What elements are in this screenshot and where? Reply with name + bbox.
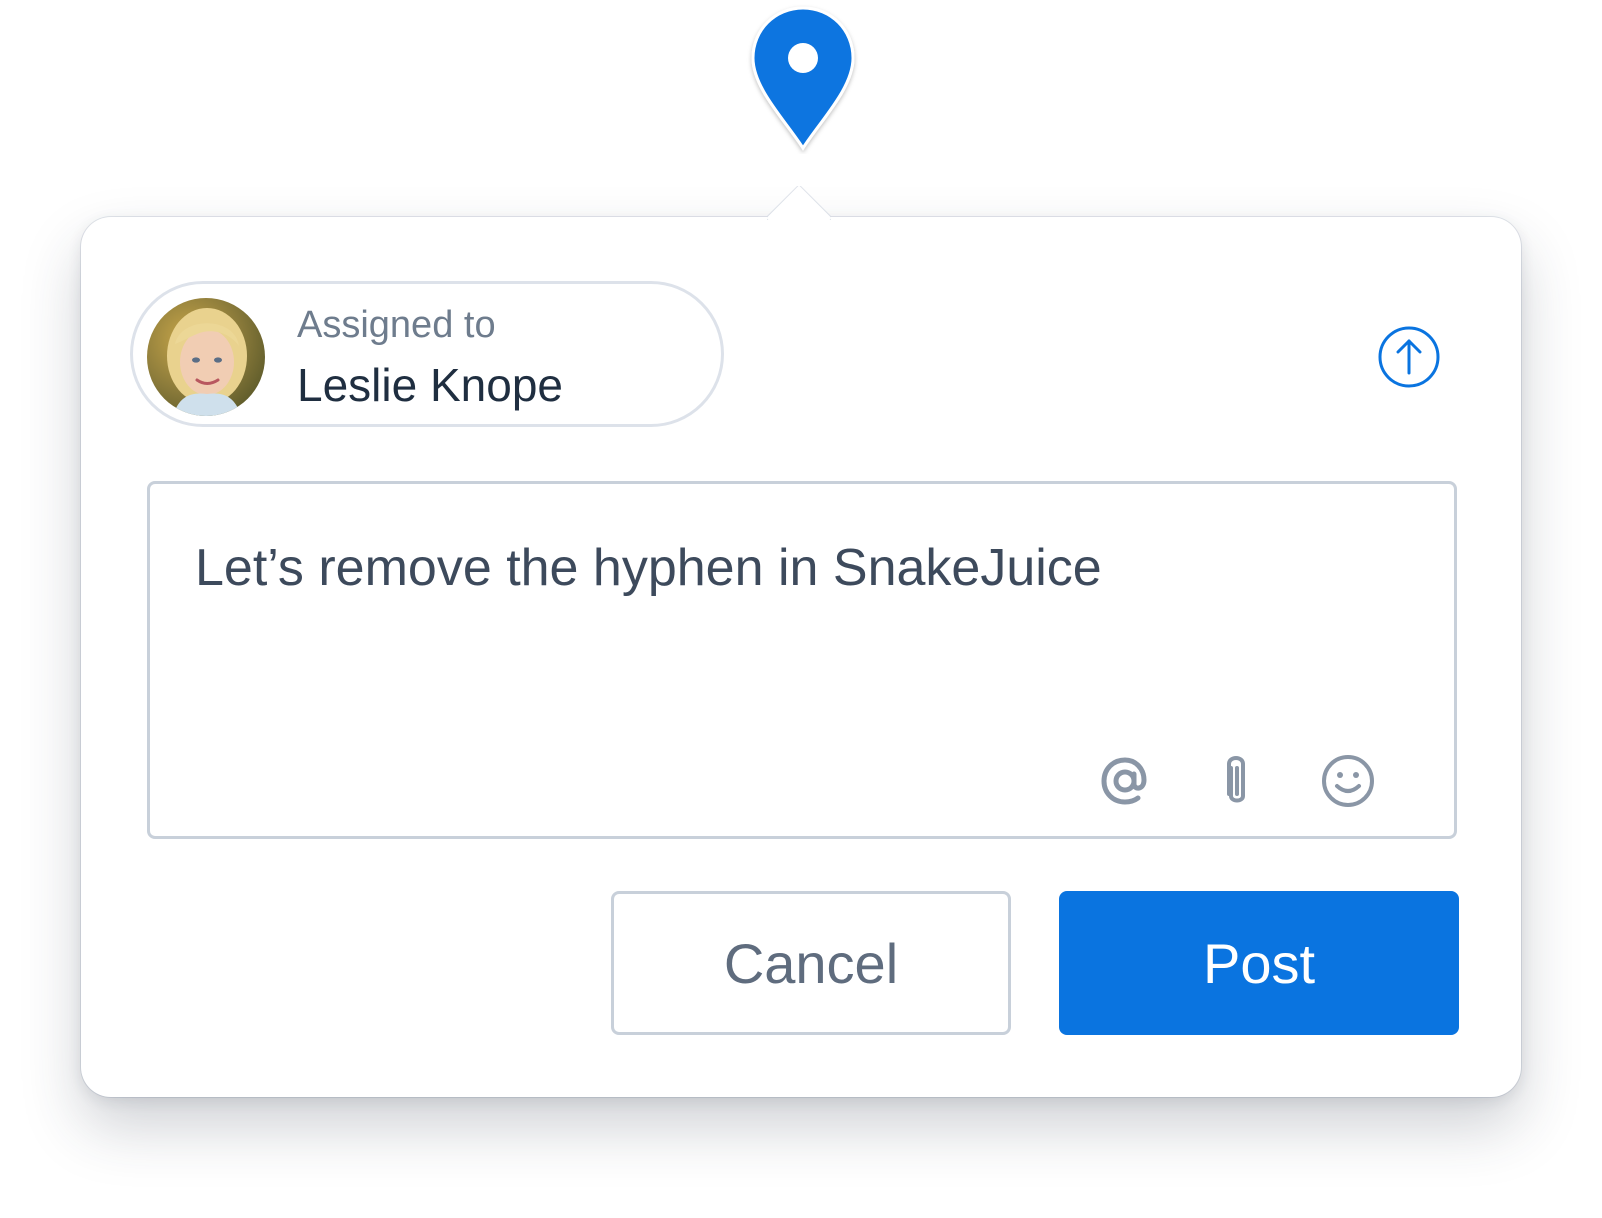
mention-at-icon[interactable] <box>1096 752 1154 810</box>
comment-text: Let’s remove the hyphen in SnakeJuice <box>195 539 1102 597</box>
avatar <box>147 298 265 416</box>
cancel-button[interactable]: Cancel <box>611 891 1011 1035</box>
comment-input[interactable]: Let’s remove the hyphen in SnakeJuice <box>147 481 1457 839</box>
emoji-icon[interactable] <box>1319 752 1377 810</box>
assigned-to-label: Assigned to <box>297 304 496 346</box>
comment-popover: Assigned to Leslie Knope Let’s remove th… <box>81 217 1521 1097</box>
assignee-name: Leslie Knope <box>297 359 563 411</box>
popover-caret <box>767 186 831 220</box>
post-button[interactable]: Post <box>1059 891 1459 1035</box>
arrow-up-circle-icon[interactable] <box>1377 325 1441 389</box>
paperclip-icon[interactable] <box>1208 752 1266 810</box>
location-pin-icon[interactable] <box>745 4 861 154</box>
assignee-chip[interactable]: Assigned to Leslie Knope <box>130 281 724 427</box>
annotation-popover-stage: Assigned to Leslie Knope Let’s remove th… <box>0 0 1602 1218</box>
